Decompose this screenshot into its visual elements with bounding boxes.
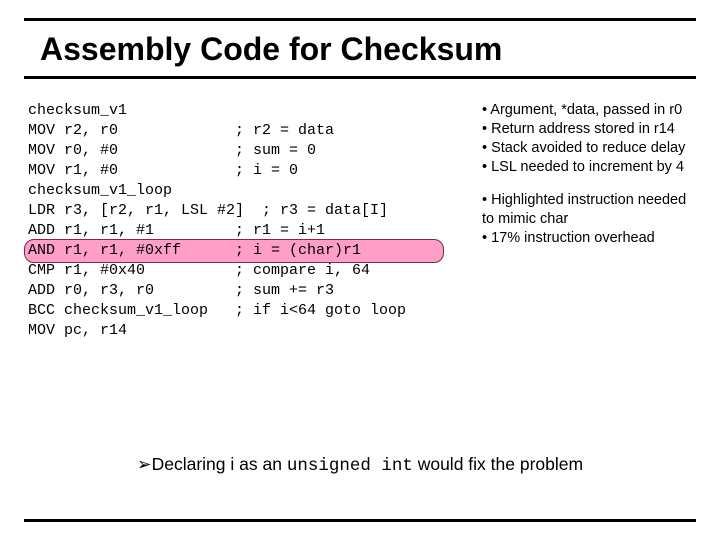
conclusion-post: would fix the problem	[413, 454, 583, 474]
code-line: ADD r0, r3, r0 ; sum += r3	[28, 282, 334, 299]
note-item: • 17% instruction overhead	[482, 229, 702, 248]
arrow-bullet-icon: ➢	[137, 454, 152, 474]
code-line: MOV pc, r14	[28, 322, 127, 339]
code-line: MOV r0, #0 ; sum = 0	[28, 142, 316, 159]
notes-block-2: • Highlighted instruction needed to mimi…	[482, 191, 702, 248]
notes-block-1: • Argument, *data, passed in r0 • Return…	[482, 101, 702, 177]
conclusion-line: ➢Declaring i as an unsigned int would fi…	[0, 454, 720, 476]
code-line: ADD r1, r1, #1 ; r1 = i+1	[28, 222, 325, 239]
slide-title: Assembly Code for Checksum	[0, 21, 720, 76]
conclusion-mono: unsigned int	[287, 456, 413, 476]
note-item: • Argument, *data, passed in r0	[482, 101, 702, 120]
rule-bottom	[24, 519, 696, 522]
code-line: BCC checksum_v1_loop ; if i<64 goto loop	[28, 302, 406, 319]
content-area: checksum_v1 MOV r2, r0 ; r2 = data MOV r…	[0, 79, 720, 341]
notes-column: • Argument, *data, passed in r0 • Return…	[482, 101, 702, 341]
code-line: CMP r1, #0x40 ; compare i, 64	[28, 262, 370, 279]
code-line: checksum_v1_loop	[28, 182, 172, 199]
code-column: checksum_v1 MOV r2, r0 ; r2 = data MOV r…	[28, 101, 468, 341]
note-item: • Highlighted instruction needed to mimi…	[482, 191, 702, 229]
conclusion-pre: Declaring i as an	[152, 454, 287, 474]
code-line: checksum_v1	[28, 102, 127, 119]
code-line: MOV r2, r0 ; r2 = data	[28, 122, 334, 139]
assembly-code: checksum_v1 MOV r2, r0 ; r2 = data MOV r…	[28, 101, 468, 341]
note-item: • Return address stored in r14	[482, 120, 702, 139]
code-line: AND r1, r1, #0xff ; i = (char)r1	[28, 242, 361, 259]
note-item: • Stack avoided to reduce delay	[482, 139, 702, 158]
code-line: MOV r1, #0 ; i = 0	[28, 162, 298, 179]
code-line: LDR r3, [r2, r1, LSL #2] ; r3 = data[I]	[28, 202, 388, 219]
note-item: • LSL needed to increment by 4	[482, 158, 702, 177]
